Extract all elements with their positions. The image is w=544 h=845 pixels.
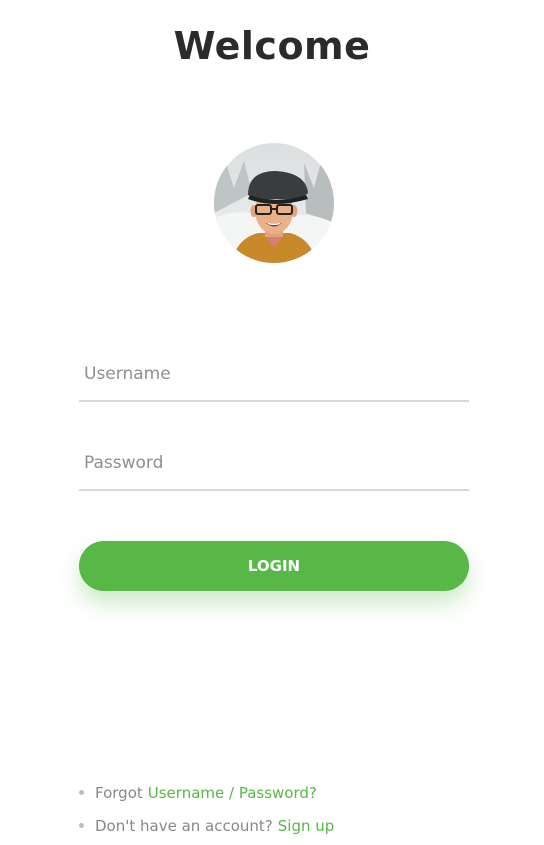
username-input[interactable] xyxy=(79,348,469,400)
login-footer: Forgot Username / Password? Don't have a… xyxy=(79,780,499,845)
password-field xyxy=(79,437,469,491)
login-page: Welcome Username LOGIN Forgot Username /… xyxy=(0,0,544,845)
forgot-prefix: Forgot xyxy=(95,783,143,802)
user-photo-icon xyxy=(214,143,334,263)
username-field xyxy=(79,348,469,402)
bullet-icon xyxy=(79,823,84,828)
forgot-credentials-link[interactable]: Username / Password? xyxy=(148,784,317,802)
page-title: Welcome xyxy=(173,24,371,68)
signup-row: Don't have an account? Sign up xyxy=(79,813,499,838)
avatar xyxy=(214,143,334,263)
bullet-icon xyxy=(79,790,84,795)
login-button[interactable]: LOGIN xyxy=(79,541,469,591)
password-input[interactable] xyxy=(79,437,469,489)
signup-link[interactable]: Sign up xyxy=(278,817,335,835)
forgot-row: Forgot Username / Password? xyxy=(79,780,499,805)
signup-prefix: Don't have an account? xyxy=(95,816,273,835)
